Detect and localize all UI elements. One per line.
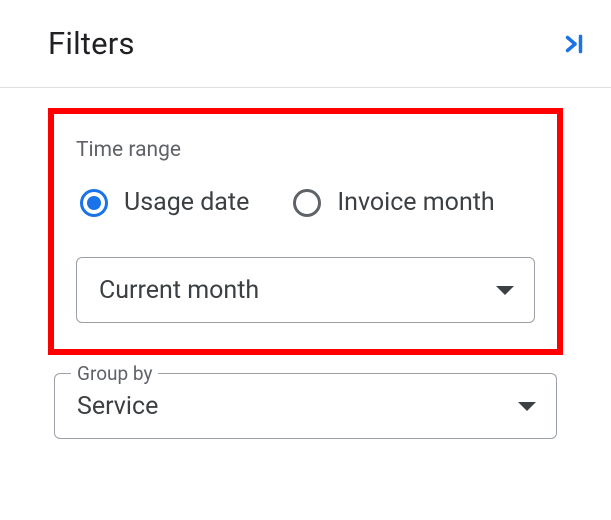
group-by-dropdown-value: Service [77, 392, 158, 421]
group-by-floating-label: Group by [71, 362, 158, 385]
time-range-label: Time range [76, 138, 535, 162]
time-range-dropdown[interactable]: Current month [76, 257, 535, 323]
group-by-dropdown[interactable]: Group by Service [54, 373, 557, 439]
radio-option-invoice-month[interactable]: Invoice month [293, 188, 494, 217]
time-range-highlight: Time range Usage date Invoice month Curr… [48, 108, 563, 355]
radio-label-invoice-month: Invoice month [337, 188, 494, 217]
time-range-dropdown-value: Current month [99, 276, 259, 305]
collapse-panel-icon[interactable] [561, 31, 591, 57]
radio-icon [293, 189, 321, 217]
filters-header: Filters [0, 0, 611, 88]
group-by-section: Group by Service [48, 373, 563, 439]
radio-option-usage-date[interactable]: Usage date [80, 188, 249, 217]
chevron-down-icon [518, 402, 536, 411]
time-range-radio-group: Usage date Invoice month [76, 188, 535, 217]
filters-title: Filters [48, 25, 135, 62]
radio-label-usage-date: Usage date [124, 188, 249, 217]
chevron-down-icon [496, 286, 514, 295]
filters-content: Time range Usage date Invoice month Curr… [0, 88, 611, 439]
radio-icon [80, 189, 108, 217]
